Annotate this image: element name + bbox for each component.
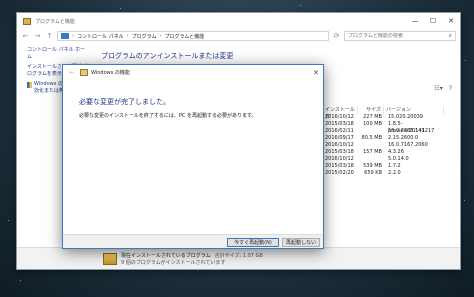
install-date: 2015/02/20: [325, 170, 354, 176]
list-item[interactable]: 2016/02/11 53.0.2785.143: [323, 128, 444, 135]
program-size: 539 MB: [363, 163, 382, 169]
column-header-version[interactable]: バージョン: [384, 106, 444, 114]
status-bar: 現在インストールされているプログラム 合計サイズ: 1.07 GB 9 個のプログ…: [17, 247, 460, 269]
program-version: 1.7.2: [388, 163, 401, 169]
window-titlebar[interactable]: プログラムと機能 — ☐ ✕: [17, 13, 460, 29]
list-item[interactable]: 2015/02/20 659 KB 2.2.0: [323, 170, 444, 177]
list-item[interactable]: 2016/10/12 16.0.7167.2060: [323, 142, 444, 149]
list-item[interactable]: 2016/09/17 80.5 MB 2.15.2600.0: [323, 135, 444, 142]
status-installed-label: 現在インストールされているプログラム: [121, 252, 211, 259]
search-icon[interactable]: ⌕: [449, 32, 452, 40]
breadcrumb-programs-features[interactable]: プログラムと機能: [164, 33, 204, 40]
windows-features-dialog: ← Windows の機能 ✕ 必要な変更が完了しました。 必要な変更のインスト…: [62, 64, 324, 249]
dialog-titlebar[interactable]: ← Windows の機能 ✕: [63, 65, 323, 80]
dialog-close-button[interactable]: ✕: [309, 65, 323, 80]
install-date: 2016/10/12: [325, 114, 354, 120]
status-text: 現在インストールされているプログラム 合計サイズ: 1.07 GB 9 個のプログ…: [121, 252, 263, 266]
dialog-footer: 今すぐ再起動(N) 再起動しない: [63, 234, 323, 248]
list-item[interactable]: 2015/03/18 100 MB 1.8.5-preview.20141217: [323, 121, 444, 134]
shield-icon: [27, 82, 32, 88]
column-header-date[interactable]: インストール日: [323, 106, 358, 120]
refresh-icon[interactable]: ⟳: [332, 31, 341, 41]
view-toolbar: ☷▾ ?: [434, 85, 452, 92]
close-button[interactable]: ✕: [442, 13, 460, 29]
forward-arrow-icon[interactable]: →: [33, 31, 42, 41]
program-size: 227 MB: [363, 114, 382, 120]
address-bar: ← → ↑ › コントロール パネル › プログラム › プログラムと機能 ⟳ …: [17, 29, 460, 43]
list-header: インストール日 サイズ バージョン: [323, 106, 444, 120]
list-item[interactable]: 2016/10/12 227 MB 15.020.20039: [323, 114, 444, 121]
install-date: 2016/02/11: [325, 128, 354, 134]
program-version: 4.3.26: [388, 149, 404, 155]
program-version: 15.020.20039: [388, 114, 423, 120]
program-size: 80.5 MB: [361, 135, 382, 141]
chevron-right-icon: ›: [159, 33, 162, 39]
back-arrow-icon[interactable]: ←: [21, 31, 30, 41]
dialog-heading: 必要な変更が完了しました。: [79, 98, 170, 106]
help-icon[interactable]: ?: [449, 85, 452, 92]
minimize-button[interactable]: —: [406, 13, 424, 29]
folder-icon: [23, 17, 31, 25]
list-item[interactable]: 2016/10/12 5.0.14.0: [323, 156, 444, 163]
status-program-count: 9 個のプログラムがインストールされています: [121, 259, 226, 266]
control-panel-icon: [61, 33, 69, 39]
restart-later-button[interactable]: 再起動しない: [282, 238, 320, 247]
chevron-right-icon: ›: [72, 33, 74, 39]
program-size: 157 MB: [363, 149, 382, 155]
install-date: 2015/03/18: [325, 163, 354, 169]
program-version: 53.0.2785.143: [388, 128, 425, 134]
column-header-size[interactable]: サイズ: [358, 106, 384, 114]
search-box[interactable]: ⌕: [344, 31, 456, 41]
breadcrumb-control-panel[interactable]: コントロール パネル: [77, 33, 124, 40]
dialog-message: 必要な変更のインストールを終了するには、PC を再起動する必要があります。: [79, 113, 257, 119]
breadcrumb[interactable]: › コントロール パネル › プログラム › プログラムと機能: [57, 31, 329, 41]
restart-now-button[interactable]: 今すぐ再起動(N): [227, 238, 279, 247]
program-size: 100 MB: [363, 121, 382, 127]
view-options-icon[interactable]: ☷▾: [434, 85, 442, 92]
program-version: 16.0.7167.2060: [388, 142, 428, 148]
program-version: 2.2.0: [388, 170, 401, 176]
breadcrumb-programs[interactable]: プログラム: [132, 33, 157, 40]
program-size: 659 KB: [364, 170, 382, 176]
list-item[interactable]: 2015/03/18 157 MB 4.3.26: [323, 149, 444, 156]
up-arrow-icon[interactable]: ↑: [45, 31, 54, 41]
program-version: 5.0.14.0: [388, 156, 409, 162]
install-date: 2016/09/17: [325, 135, 354, 141]
list-item[interactable]: 2015/03/18 539 MB 1.7.2: [323, 163, 444, 170]
page-title: プログラムのアンインストールまたは変更: [101, 52, 234, 60]
program-size: [358, 142, 384, 149]
install-date: 2016/10/12: [325, 142, 354, 148]
back-arrow-icon[interactable]: ←: [69, 69, 77, 76]
program-size: [358, 156, 384, 163]
program-size: [358, 128, 384, 135]
search-input[interactable]: [348, 33, 449, 39]
programs-icon: [103, 252, 117, 265]
install-date: 2016/10/12: [325, 156, 354, 162]
status-total-size: 合計サイズ: 1.07 GB: [214, 252, 263, 259]
program-version: 2.15.2600.0: [388, 135, 419, 141]
program-version: 1.8.5-preview.20141217: [388, 121, 435, 134]
program-list: 2016/10/12 227 MB 15.020.20039 2015/03/18 1…: [323, 114, 444, 177]
dialog-title: Windows の機能: [91, 70, 130, 76]
maximize-button[interactable]: ☐: [424, 13, 442, 29]
install-date: 2015/03/18: [325, 121, 354, 127]
install-date: 2015/03/18: [325, 149, 354, 155]
windows-features-icon: [80, 69, 88, 76]
control-panel-home-link[interactable]: コントロール パネル ホーム: [27, 47, 87, 61]
window-title: プログラムと機能: [35, 18, 75, 25]
chevron-right-icon: ›: [126, 33, 129, 39]
